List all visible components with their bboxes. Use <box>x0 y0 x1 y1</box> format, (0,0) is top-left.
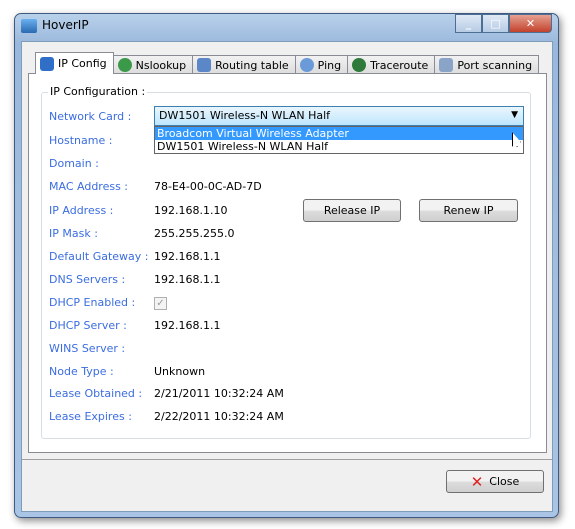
dns-label: DNS Servers : <box>49 273 126 286</box>
tab-traceroute[interactable]: Traceroute <box>347 55 436 74</box>
network-card-label: Network Card : <box>49 110 132 123</box>
close-label: Close <box>489 475 520 488</box>
dhcp-server-value: 192.168.1.1 <box>154 319 221 332</box>
client-area: IP Config Nslookup Routing table Ping Tr… <box>21 41 553 512</box>
dhcp-server-label: DHCP Server : <box>49 319 127 332</box>
tab-nslookup[interactable]: Nslookup <box>112 55 194 74</box>
window-title: HoverIP <box>42 18 89 32</box>
tab-port-scanning[interactable]: Port scanning <box>434 55 540 74</box>
mac-label: MAC Address : <box>49 180 129 193</box>
network-icon <box>197 58 212 72</box>
tab-label: Port scanning <box>457 58 533 72</box>
wins-label: WINS Server : <box>49 342 126 355</box>
gateway-label: Default Gateway : <box>49 250 149 263</box>
info-icon <box>40 56 54 71</box>
minimize-button[interactable]: _ <box>455 14 482 33</box>
dhcp-enabled-checkbox: ✓ <box>154 297 167 310</box>
divider <box>22 459 552 460</box>
dhcp-enabled-label: DHCP Enabled : <box>49 296 136 309</box>
mac-value: 78-E4-00-0C-AD-7D <box>154 180 262 193</box>
ip-config-panel: IP Configuration : Network Card : DW1501… <box>28 73 547 453</box>
lease-expires-label: Lease Expires : <box>49 410 132 423</box>
group-title: IP Configuration : <box>48 85 148 98</box>
mask-label: IP Mask : <box>49 227 98 240</box>
ip-label: IP Address : <box>49 204 114 217</box>
gateway-value: 192.168.1.1 <box>154 250 221 263</box>
selected-value: DW1501 Wireless-N WLAN Half <box>159 109 331 122</box>
close-x-icon: ✕ <box>470 472 484 491</box>
tab-label: Nslookup <box>135 58 187 72</box>
tab-label: IP Config <box>58 57 107 70</box>
tab-bar: IP Config Nslookup Routing table Ping Tr… <box>35 52 540 74</box>
app-window: HoverIP _ □ ✕ IP Config Nslookup Routing… <box>14 13 559 518</box>
tab-ping[interactable]: Ping <box>294 55 349 74</box>
chevron-down-icon[interactable]: ▼ <box>511 110 518 120</box>
magnifier-icon <box>299 58 314 72</box>
scan-icon <box>439 58 454 72</box>
lease-expires-value: 2/22/2011 10:32:24 AM <box>154 410 284 423</box>
release-ip-button[interactable]: Release IP <box>303 199 401 222</box>
tab-routing-table[interactable]: Routing table <box>192 55 296 74</box>
close-button[interactable]: ✕ Close <box>446 470 544 493</box>
tab-label: Ping <box>317 58 342 72</box>
lease-obtained-value: 2/21/2011 10:32:24 AM <box>154 387 284 400</box>
tab-ip-config[interactable]: IP Config <box>35 52 114 74</box>
globe-icon <box>352 58 367 72</box>
globe-icon <box>117 58 132 72</box>
network-card-select[interactable]: DW1501 Wireless-N WLAN Half ▼ <box>154 106 524 126</box>
node-type-label: Node Type : <box>49 365 114 378</box>
renew-ip-button[interactable]: Renew IP <box>419 199 518 222</box>
lease-obtained-label: Lease Obtained : <box>49 387 143 400</box>
maximize-button[interactable]: □ <box>482 14 509 33</box>
window-close-button[interactable]: ✕ <box>509 14 552 33</box>
dropdown-option[interactable]: Broadcom Virtual Wireless Adapter <box>155 127 523 140</box>
domain-label: Domain : <box>49 157 99 170</box>
node-type-value: Unknown <box>154 365 206 378</box>
network-card-dropdown: Broadcom Virtual Wireless Adapter DW1501… <box>154 126 524 154</box>
hostname-label: Hostname : <box>49 134 113 147</box>
ip-value: 192.168.1.10 <box>154 204 228 217</box>
tab-label: Routing table <box>215 58 289 72</box>
tab-label: Traceroute <box>370 58 429 72</box>
dropdown-option[interactable]: DW1501 Wireless-N WLAN Half <box>155 140 523 153</box>
dns-value: 192.168.1.1 <box>154 273 221 286</box>
app-icon <box>21 19 37 33</box>
mask-value: 255.255.255.0 <box>154 227 235 240</box>
